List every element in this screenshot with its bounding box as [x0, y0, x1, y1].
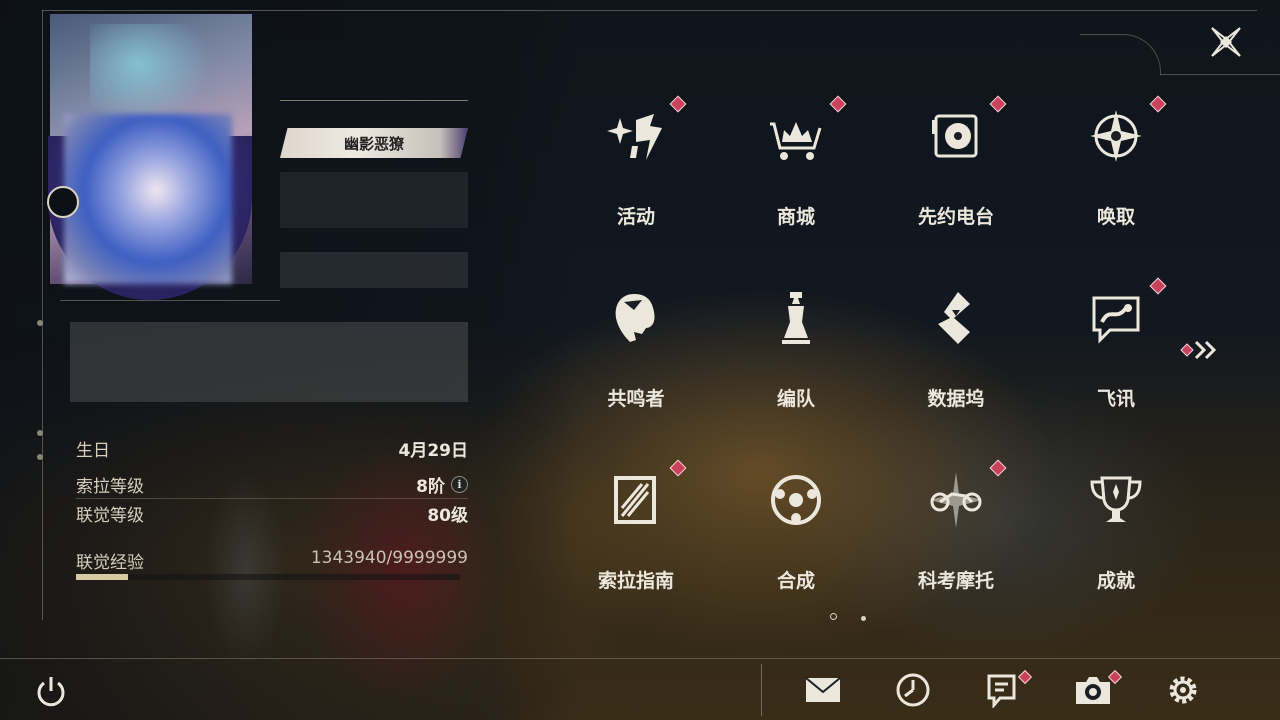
- menu-item-events[interactable]: 活动: [556, 88, 716, 238]
- notification-badge: [1149, 277, 1167, 295]
- xp-row: 联觉经验 1343940/9999999: [76, 548, 468, 573]
- menu-label: 成就: [1096, 570, 1135, 592]
- synthesis-icon: [771, 475, 821, 525]
- xp-value: 1343940/9999999: [310, 548, 468, 568]
- stat-value: 80级: [427, 505, 468, 526]
- nickname-text: 幽影恶獠: [343, 134, 404, 153]
- close-icon: [1211, 27, 1241, 57]
- frame-bottom-line: [0, 658, 1280, 659]
- notification-badge: [669, 95, 687, 113]
- xp-label: 联觉经验: [76, 553, 144, 573]
- menu-label: 共鸣者: [607, 388, 665, 410]
- menu-item-data-dock[interactable]: 数据坞: [876, 270, 1036, 420]
- notification-badge: [989, 459, 1007, 477]
- menu-label: 合成: [776, 570, 815, 592]
- bottom-divider: [761, 664, 762, 716]
- menu-item-convene[interactable]: 唤取: [1036, 88, 1196, 238]
- frame-top-line: [42, 10, 1257, 11]
- menu-grid: 活动 商城 先约电台 唤取 共鸣者 编队 数据坞 飞讯 索拉指南 合成 科考摩托…: [556, 88, 1196, 608]
- settings-button[interactable]: [1164, 672, 1202, 708]
- stat-value: 8阶: [416, 476, 445, 497]
- mail-icon: [805, 677, 841, 702]
- notification-badge: [1149, 95, 1167, 113]
- menu-label: 科考摩托: [917, 570, 994, 592]
- frame-left-line: [42, 10, 43, 620]
- data-dock-icon: [938, 292, 970, 344]
- menu-label: 先约电台: [917, 206, 994, 228]
- stat-label: 联觉等级: [76, 505, 144, 526]
- profile-divider: [60, 300, 280, 301]
- chess-piece-icon: [782, 292, 810, 344]
- power-icon: [37, 677, 65, 707]
- frame-left-ornament: [36, 320, 44, 470]
- avatar[interactable]: [64, 114, 232, 284]
- menu-label: 数据坞: [927, 388, 985, 410]
- stat-row-sola-level: 索拉等级 8阶 i: [76, 470, 468, 498]
- camera-button[interactable]: [1074, 669, 1123, 708]
- notification-badge: [669, 459, 687, 477]
- clock-icon: [896, 673, 930, 707]
- menu-item-team[interactable]: 编队: [716, 270, 876, 420]
- power-button[interactable]: [34, 674, 68, 708]
- chat-message-icon: [1092, 296, 1140, 344]
- sparkle-icon: [607, 114, 662, 160]
- avatar-edit-icon[interactable]: [47, 186, 79, 218]
- double-chevron-right-icon: [1180, 340, 1217, 360]
- frame-right-line: [1160, 74, 1280, 75]
- close-button[interactable]: [1206, 22, 1246, 62]
- stat-label: 生日: [76, 440, 110, 461]
- settings-gear-icon: [1169, 676, 1197, 704]
- guide-book-icon: [614, 476, 656, 524]
- redacted-field: [280, 252, 468, 288]
- stat-value: 4月29日: [398, 440, 469, 461]
- stat-row-union-level: 联觉等级 80级: [76, 499, 468, 527]
- notice-button[interactable]: [984, 669, 1033, 710]
- xp-progress-bar: [76, 574, 460, 580]
- radio-icon: [932, 114, 978, 158]
- character-head-icon: [615, 294, 655, 342]
- next-page-button[interactable]: [1180, 338, 1224, 362]
- page-indicator-2[interactable]: [861, 616, 866, 621]
- redacted-field: [280, 172, 468, 228]
- xp-progress-fill: [76, 574, 128, 580]
- profile-stats: 生日 4月29日 索拉等级 8阶 i 联觉等级 80级: [76, 434, 468, 527]
- menu-label: 编队: [776, 388, 815, 410]
- menu-label: 索拉指南: [597, 570, 674, 592]
- page-indicator-1[interactable]: [830, 613, 837, 620]
- camera-icon: [1076, 677, 1110, 704]
- menu-item-synthesis[interactable]: 合成: [716, 452, 876, 602]
- stat-row-birthday: 生日 4月29日: [76, 434, 468, 462]
- info-icon[interactable]: i: [451, 475, 468, 493]
- menu-label: 活动: [616, 206, 655, 228]
- motorbike-icon: [930, 472, 982, 528]
- nickname-badge: 幽影恶獠: [280, 128, 468, 158]
- menu-item-achievements[interactable]: 成就: [1036, 452, 1196, 602]
- menu-item-radio[interactable]: 先约电台: [876, 88, 1036, 238]
- notification-badge: [989, 95, 1007, 113]
- menu-label: 唤取: [1096, 206, 1135, 228]
- menu-label: 飞讯: [1096, 388, 1135, 410]
- menu-item-messages[interactable]: 飞讯: [1036, 270, 1196, 420]
- notification-badge: [829, 95, 847, 113]
- name-divider: [280, 100, 468, 101]
- stat-value-wrap: 8阶 i: [416, 472, 468, 497]
- stat-label: 索拉等级: [76, 476, 144, 497]
- menu-item-motorbike[interactable]: 科考摩托: [876, 452, 1036, 602]
- time-button[interactable]: [894, 672, 932, 708]
- menu-item-shop[interactable]: 商城: [716, 88, 876, 238]
- menu-label: 商城: [776, 206, 815, 228]
- compass-star-icon: [1090, 110, 1142, 162]
- menu-item-resonators[interactable]: 共鸣者: [556, 270, 716, 420]
- shop-cart-icon: [770, 122, 822, 160]
- notice-icon: [987, 674, 1016, 710]
- signature-box[interactable]: [70, 322, 468, 402]
- mail-button[interactable]: [804, 672, 842, 708]
- trophy-icon: [1090, 476, 1142, 522]
- menu-item-guide[interactable]: 索拉指南: [556, 452, 716, 602]
